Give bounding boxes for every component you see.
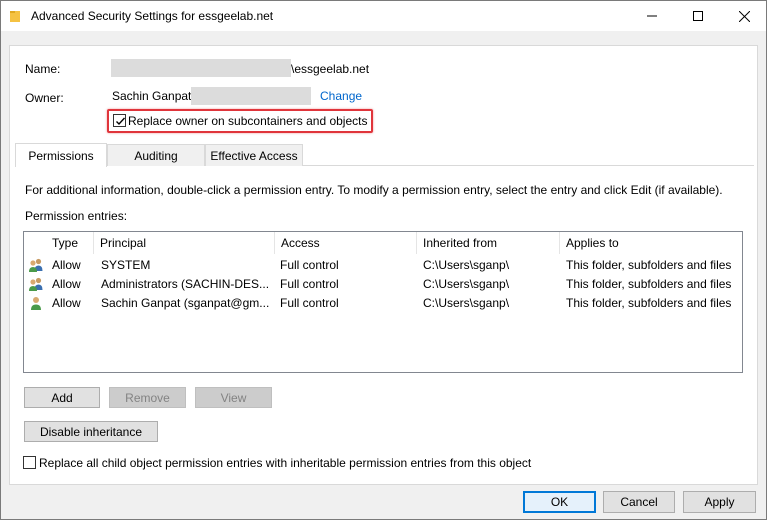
maximize-button[interactable]: [675, 1, 721, 31]
group-users-icon: [28, 257, 44, 273]
list-header: Type Principal Access Inherited from App…: [24, 232, 742, 254]
redacted-owner-account: [191, 87, 311, 105]
minimize-button[interactable]: [629, 1, 675, 31]
row-inherited-from: C:\Users\sganp\: [423, 276, 510, 291]
tab-permissions-label: Permissions: [28, 148, 94, 163]
row-principal: Sachin Ganpat (sganpat@gm...: [101, 295, 270, 310]
row-applies-to: This folder, subfolders and files: [566, 257, 732, 272]
group-users-icon: [28, 276, 44, 292]
permissions-info-text: For additional information, double-click…: [25, 183, 723, 197]
name-label: Name:: [25, 62, 61, 76]
checkmark-icon: [116, 117, 126, 126]
tab-auditing-label: Auditing: [134, 148, 178, 163]
column-header-inherited-from[interactable]: Inherited from: [417, 232, 560, 254]
name-value: \essgeelab.net: [291, 62, 370, 76]
row-type: Allow: [52, 276, 81, 291]
table-row[interactable]: Allow Administrators (SACHIN-DES... Full…: [24, 274, 742, 293]
tab-effective-access-label: Effective Access: [210, 148, 298, 163]
row-inherited-from: C:\Users\sganp\: [423, 295, 510, 310]
minimize-icon: [647, 15, 657, 17]
row-applies-to: This folder, subfolders and files: [566, 276, 732, 291]
table-row[interactable]: Allow SYSTEM Full control C:\Users\sganp…: [24, 255, 742, 274]
row-inherited-from: C:\Users\sganp\: [423, 257, 510, 272]
row-type: Allow: [52, 257, 81, 272]
apply-button[interactable]: Apply: [683, 491, 756, 513]
user-icon: [28, 295, 44, 311]
advanced-security-window: Advanced Security Settings for essgeelab…: [0, 0, 767, 520]
remove-button[interactable]: Remove: [109, 387, 186, 408]
row-type: Allow: [52, 295, 81, 310]
row-access: Full control: [280, 257, 339, 272]
tab-permissions[interactable]: Permissions: [15, 143, 107, 167]
row-principal: SYSTEM: [101, 257, 151, 272]
permission-entries-list[interactable]: Type Principal Access Inherited from App…: [23, 231, 743, 373]
close-icon: [738, 10, 750, 22]
replace-child-permissions-label: Replace all child object permission entr…: [39, 456, 532, 470]
maximize-icon: [693, 11, 703, 21]
cancel-button[interactable]: Cancel: [603, 491, 675, 513]
row-access: Full control: [280, 295, 339, 310]
owner-value: Sachin Ganpat: [112, 89, 192, 103]
folder-icon: [9, 9, 21, 23]
replace-child-permissions-checkbox[interactable]: [23, 456, 36, 469]
tab-effective-access[interactable]: Effective Access: [205, 144, 303, 166]
add-button[interactable]: Add: [24, 387, 100, 408]
change-owner-link[interactable]: Change: [320, 89, 362, 103]
column-header-access[interactable]: Access: [275, 232, 417, 254]
column-header-applies-to[interactable]: Applies to: [560, 232, 742, 254]
tab-auditing[interactable]: Auditing: [107, 144, 205, 166]
view-button[interactable]: View: [195, 387, 272, 408]
column-header-type[interactable]: Type: [46, 232, 94, 254]
owner-label: Owner:: [25, 91, 64, 105]
ok-button[interactable]: OK: [523, 491, 596, 513]
table-row[interactable]: Allow Sachin Ganpat (sganpat@gm... Full …: [24, 293, 742, 312]
window-title: Advanced Security Settings for essgeelab…: [31, 9, 274, 23]
replace-owner-checkbox[interactable]: [113, 114, 126, 127]
replace-owner-label: Replace owner on subcontainers and objec…: [128, 114, 368, 128]
title-bar[interactable]: Advanced Security Settings for essgeelab…: [1, 1, 766, 31]
column-header-principal[interactable]: Principal: [94, 232, 275, 254]
row-access: Full control: [280, 276, 339, 291]
row-applies-to: This folder, subfolders and files: [566, 295, 732, 310]
disable-inheritance-button[interactable]: Disable inheritance: [24, 421, 158, 442]
redacted-name-path: [111, 59, 291, 77]
row-principal: Administrators (SACHIN-DES...: [101, 276, 270, 291]
close-button[interactable]: [721, 1, 767, 31]
permission-entries-label: Permission entries:: [25, 209, 128, 223]
